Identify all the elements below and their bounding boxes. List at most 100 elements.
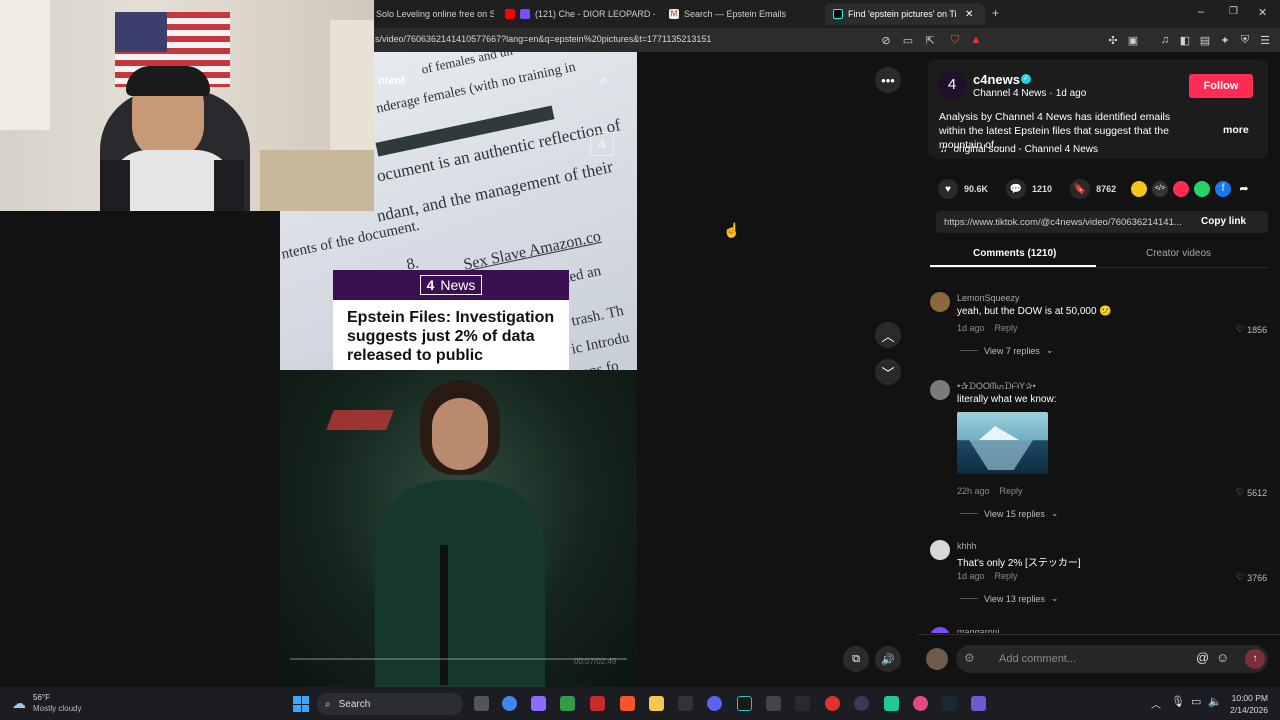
- mention-icon[interactable]: @: [1196, 650, 1209, 665]
- menu-icon[interactable]: ☰: [1258, 33, 1272, 47]
- facebook-icon[interactable]: f: [1215, 181, 1231, 197]
- video-search-icon[interactable]: ⌕: [600, 72, 607, 88]
- microphone-icon[interactable]: 🎙: [1171, 695, 1185, 708]
- speaker-icon[interactable]: 🔈: [1208, 695, 1222, 708]
- comment-avatar[interactable]: [930, 627, 950, 633]
- recorder-icon[interactable]: [913, 696, 928, 711]
- reply-button[interactable]: Reply: [995, 571, 1018, 581]
- more-options-icon[interactable]: •••: [875, 67, 901, 93]
- restore-icon[interactable]: ❐: [1229, 6, 1238, 17]
- send-icon[interactable]: [1173, 181, 1189, 197]
- brave-shield-icon[interactable]: ⛉: [948, 33, 962, 47]
- comment-input-box[interactable]: ⚙ Add comment... @ ☺ ↑: [956, 645, 1268, 673]
- rewards-icon[interactable]: ▲: [969, 33, 983, 47]
- tab-solo-leveling[interactable]: Solo Leveling online free on S: [368, 3, 494, 25]
- network-icon[interactable]: ▭: [1191, 695, 1201, 708]
- comment-user[interactable]: maggaroni: [957, 627, 1000, 633]
- comment-input[interactable]: Add comment...: [999, 653, 1076, 665]
- task-view-icon[interactable]: [474, 696, 489, 711]
- comment-avatar[interactable]: [930, 292, 950, 312]
- comment-user[interactable]: LemonSqueezy: [957, 293, 1020, 303]
- generic-app-icon[interactable]: [795, 696, 810, 711]
- save-action[interactable]: 🔖 8762: [1070, 179, 1116, 199]
- my-avatar[interactable]: [926, 648, 948, 670]
- copilot-icon[interactable]: [531, 696, 546, 711]
- weather-desc[interactable]: Mostly cloudy: [33, 704, 81, 713]
- send-comment-icon[interactable]: ↑: [1245, 649, 1265, 669]
- coin-icon[interactable]: [1131, 181, 1147, 197]
- tab-tiktok[interactable]: Find 'epstein pictures' on Tik ✕: [825, 3, 985, 25]
- close-tab-icon[interactable]: ✕: [965, 9, 973, 20]
- new-tab-icon[interactable]: +: [992, 6, 999, 20]
- cast-icon[interactable]: ▭: [901, 33, 915, 47]
- previous-video-icon[interactable]: ︿: [875, 322, 901, 348]
- sticker-icon[interactable]: ⚙: [964, 651, 975, 665]
- comment-avatar[interactable]: [930, 540, 950, 560]
- leo-ai-icon[interactable]: ✦: [1218, 33, 1232, 47]
- steam-icon[interactable]: [942, 696, 957, 711]
- close-window-icon[interactable]: ✕: [1258, 6, 1267, 19]
- reply-button[interactable]: Reply: [995, 323, 1018, 333]
- emoji-icon[interactable]: ☺: [1216, 650, 1229, 665]
- comment-action[interactable]: 💬 1210: [1006, 179, 1052, 199]
- weather-temp[interactable]: 56°F: [33, 693, 50, 702]
- creator-username[interactable]: c4news: [973, 72, 1020, 87]
- copy-link-button[interactable]: Copy link: [1201, 216, 1246, 227]
- taskbar-search[interactable]: ⌕ Search: [317, 693, 463, 715]
- caption-more-link[interactable]: more: [1223, 124, 1249, 136]
- clock-time[interactable]: 10:00 PM: [1228, 693, 1268, 703]
- keyboard-app-icon[interactable]: [766, 696, 781, 711]
- file-explorer-icon[interactable]: [649, 696, 664, 711]
- reply-button[interactable]: Reply: [1000, 486, 1023, 496]
- picture-in-picture-icon[interactable]: ⧉: [843, 646, 869, 672]
- chrome-icon[interactable]: [502, 696, 517, 711]
- tab-epstein-emails[interactable]: M Search — Epstein Emails: [661, 3, 819, 25]
- url-field[interactable]: s/video/7606362141410577667?lang=en&q=ep…: [375, 34, 711, 44]
- comment-user[interactable]: khhh: [957, 541, 977, 551]
- video-progress-bar[interactable]: [290, 658, 627, 660]
- clock-date[interactable]: 2/14/2026: [1222, 705, 1268, 715]
- opera-icon[interactable]: [825, 696, 840, 711]
- capcut-icon[interactable]: [678, 696, 693, 711]
- comment-likes[interactable]: ♡ 3766: [1236, 572, 1267, 583]
- share-arrow-icon[interactable]: ➦: [1236, 181, 1252, 197]
- xbox-icon[interactable]: [560, 696, 575, 711]
- view-replies[interactable]: View 7 replies ⌄: [960, 345, 1053, 356]
- extensions-icon[interactable]: ✣: [1106, 33, 1120, 47]
- media-icon[interactable]: ♫: [1158, 33, 1172, 47]
- video-link[interactable]: https://www.tiktok.com/@c4news/video/760…: [944, 217, 1189, 228]
- sidebar-icon[interactable]: ◧: [1178, 33, 1192, 47]
- android-app-icon[interactable]: [884, 696, 899, 711]
- wallet-icon[interactable]: ▤: [1198, 33, 1212, 47]
- app-icon[interactable]: [590, 696, 605, 711]
- windows-start-icon[interactable]: [293, 696, 309, 712]
- camera-off-icon[interactable]: ⊘: [879, 33, 893, 47]
- view-replies[interactable]: View 15 replies ⌄: [960, 508, 1058, 519]
- iceberg-sticker-image[interactable]: [957, 412, 1048, 474]
- teams-icon[interactable]: [971, 696, 986, 711]
- like-action[interactable]: ♥ 90.6K: [938, 179, 988, 199]
- obs-icon[interactable]: [854, 696, 869, 711]
- screenshot-icon[interactable]: ▣: [1126, 33, 1140, 47]
- comment-user[interactable]: •✰ᗪOOᗰᔕᗪᗩY✰•: [957, 381, 1036, 392]
- next-video-icon[interactable]: ﹀: [875, 359, 901, 385]
- discord-icon[interactable]: [707, 696, 722, 711]
- sound-row[interactable]: ♫ original sound - Channel 4 News: [940, 144, 1098, 155]
- brave-icon[interactable]: [620, 696, 635, 711]
- comment-likes[interactable]: ♡ 5612: [1236, 487, 1267, 498]
- audio-app-icon[interactable]: [737, 696, 752, 711]
- share-icon[interactable]: ⇱: [923, 33, 937, 47]
- whatsapp-icon[interactable]: [1194, 181, 1210, 197]
- view-replies[interactable]: View 13 replies ⌄: [960, 593, 1058, 604]
- creator-avatar[interactable]: 4: [938, 71, 966, 99]
- tray-chevron-icon[interactable]: ︿: [1151, 696, 1161, 711]
- minimize-icon[interactable]: –: [1198, 6, 1204, 18]
- comment-avatar[interactable]: [930, 380, 950, 400]
- vpn-icon[interactable]: ⛨: [1238, 33, 1252, 47]
- tab-youtube[interactable]: (121) Che - DIOR LEOPARD - You: [497, 3, 655, 25]
- volume-icon[interactable]: 🔊: [875, 646, 901, 672]
- follow-button[interactable]: Follow: [1189, 74, 1253, 98]
- tab-creator-videos[interactable]: Creator videos: [1146, 248, 1211, 259]
- tab-comments[interactable]: Comments (1210): [973, 248, 1056, 259]
- embed-icon[interactable]: </>: [1152, 181, 1168, 197]
